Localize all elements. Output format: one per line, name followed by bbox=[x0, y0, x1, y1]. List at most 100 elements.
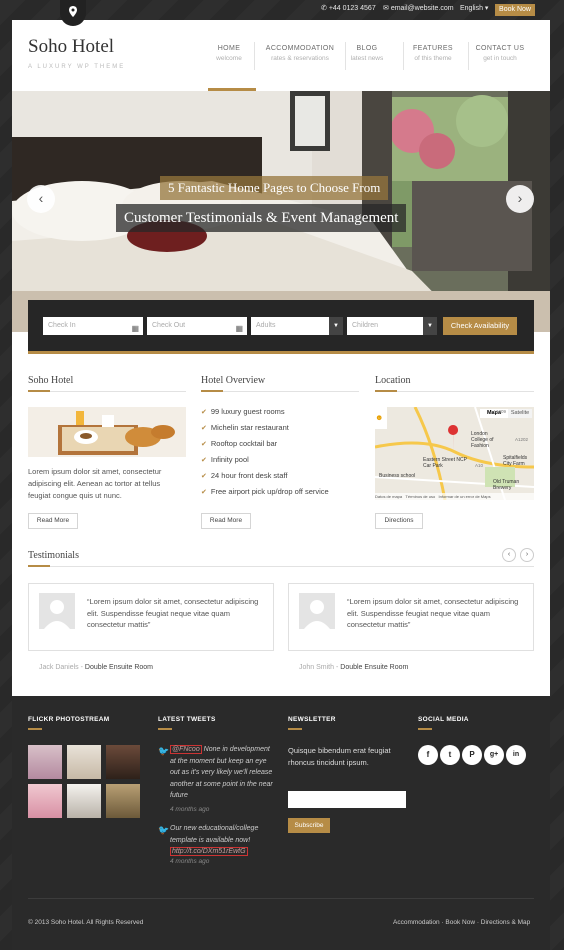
map-label: Old Truman Brewery bbox=[493, 479, 520, 491]
twitter-icon: 🐦 bbox=[158, 746, 170, 756]
overview-item: ✔ Michelin star restaurant bbox=[201, 423, 289, 432]
site-logo[interactable]: Soho Hotel bbox=[28, 36, 114, 58]
section-accent bbox=[28, 390, 50, 392]
book-now-button[interactable]: Book Now bbox=[495, 4, 535, 16]
check-in-input[interactable]: Check In ▦ bbox=[43, 317, 143, 335]
directions-button[interactable]: Directions bbox=[375, 513, 423, 529]
map-pin-icon bbox=[69, 6, 77, 17]
chevron-right-icon: › bbox=[525, 551, 529, 558]
slider-next-button[interactable]: › bbox=[506, 185, 534, 213]
subscribe-button[interactable]: Subscribe bbox=[288, 818, 330, 833]
overview-item: ✔ 99 luxury guest rooms bbox=[201, 407, 285, 416]
section-accent bbox=[201, 390, 223, 392]
newsletter-text: Quisque bibendum erat feugiat rhoncus ti… bbox=[288, 746, 391, 767]
nav-home[interactable]: HOME welcome bbox=[212, 44, 246, 64]
flickr-thumb[interactable] bbox=[106, 745, 140, 779]
location-map[interactable]: ☻ Mapa Satelite London College of Fashio… bbox=[375, 407, 534, 500]
check-availability-button[interactable]: Check Availability bbox=[443, 317, 517, 335]
avatar bbox=[299, 593, 335, 629]
social-title: SOCIAL MEDIA bbox=[418, 716, 469, 723]
flickr-thumb[interactable] bbox=[106, 784, 140, 818]
overview-item: ✔ Rooftop cocktail bar bbox=[201, 439, 278, 448]
slider-prev-button[interactable]: ‹ bbox=[27, 185, 55, 213]
phone-contact[interactable]: ✆ +44 0123 4567 bbox=[321, 4, 376, 12]
testimonial-author: John Smith - Double Ensuite Room bbox=[299, 664, 409, 671]
twitter-icon[interactable]: t bbox=[440, 745, 460, 765]
hero-headline: 5 Fantastic Home Pages to Choose From bbox=[160, 176, 389, 200]
newsletter-email-input[interactable] bbox=[288, 791, 406, 808]
language-select[interactable]: English ▾ bbox=[460, 4, 488, 12]
booking-form: Check In ▦ Check Out ▦ Adults ▼ Children ▼ C… bbox=[28, 300, 534, 354]
check-icon: ✔ bbox=[201, 425, 207, 432]
about-read-more-button[interactable]: Read More bbox=[28, 513, 78, 529]
footer-link-directions[interactable]: Directions & Map bbox=[481, 919, 531, 926]
flickr-thumb[interactable] bbox=[28, 745, 62, 779]
newsletter-title: NEWSLETTER bbox=[288, 716, 336, 723]
flickr-thumb[interactable] bbox=[67, 784, 101, 818]
footer-accent bbox=[28, 728, 42, 730]
booking-accent-bar bbox=[28, 351, 534, 354]
hero-subheadline: Customer Testimonials & Event Management bbox=[116, 204, 407, 232]
location-pin-badge bbox=[60, 0, 86, 26]
location-title: Location bbox=[375, 375, 411, 386]
testimonials-next-button[interactable]: › bbox=[520, 548, 534, 562]
nav-blog[interactable]: BLOG latest news bbox=[350, 44, 384, 64]
check-icon: ✔ bbox=[201, 441, 207, 448]
overview-item: ✔ 24 hour front desk staff bbox=[201, 471, 288, 480]
mail-icon: ✉ bbox=[383, 5, 391, 12]
flickr-thumb[interactable] bbox=[67, 745, 101, 779]
nav-accommodation[interactable]: ACCOMMODATION rates & reservations bbox=[262, 44, 338, 64]
linkedin-icon[interactable]: in bbox=[506, 745, 526, 765]
map-zoom-control[interactable]: ☻ bbox=[375, 407, 387, 429]
about-title: Soho Hotel bbox=[28, 375, 74, 386]
footer-link-book-now[interactable]: Book Now bbox=[445, 919, 475, 926]
check-out-input[interactable]: Check Out ▦ bbox=[147, 317, 247, 335]
testimonials-prev-button[interactable]: ‹ bbox=[502, 548, 516, 562]
user-placeholder-icon bbox=[304, 600, 330, 629]
caret-down-icon: ▾ bbox=[482, 5, 489, 12]
map-label: London College of Fashion bbox=[471, 431, 494, 449]
map-label: Business school bbox=[379, 473, 416, 479]
testimonial-quote: “Lorem ipsum dolor sit amet, consectetur… bbox=[347, 597, 519, 629]
flickr-thumb[interactable] bbox=[28, 784, 62, 818]
copyright: © 2013 Soho Hotel. All Rights Reserved bbox=[28, 919, 144, 926]
nav-divider bbox=[345, 42, 346, 70]
calendar-icon: ▦ bbox=[235, 324, 243, 333]
adults-select[interactable]: Adults ▼ bbox=[251, 317, 343, 335]
children-select[interactable]: Children ▼ bbox=[347, 317, 437, 335]
chevron-right-icon: › bbox=[517, 190, 523, 206]
nav-contact[interactable]: CONTACT US get in touch bbox=[474, 44, 526, 64]
about-text: Lorem ipsum dolor sit amet, consectetur … bbox=[28, 467, 162, 500]
user-placeholder-icon bbox=[44, 600, 70, 629]
email-contact[interactable]: ✉ email@website.com bbox=[383, 4, 454, 12]
tweet: @FNcoo None in development at the moment… bbox=[170, 745, 273, 799]
google-plus-icon[interactable]: g+ bbox=[484, 745, 504, 765]
map-label: Eastern Street NCP Car Park bbox=[423, 457, 467, 469]
check-icon: ✔ bbox=[201, 473, 207, 480]
tweet-time: 4 months ago bbox=[170, 858, 210, 865]
testimonial-quote: “Lorem ipsum dolor sit amet, consectetur… bbox=[87, 597, 259, 629]
pinterest-icon[interactable]: P bbox=[462, 745, 482, 765]
overview-item: ✔ Free airport pick up/drop off service bbox=[201, 487, 329, 496]
footer bbox=[12, 696, 550, 950]
footer-accent bbox=[158, 728, 172, 730]
overview-read-more-button[interactable]: Read More bbox=[201, 513, 251, 529]
nav-features[interactable]: FEATURES of this theme bbox=[408, 44, 458, 64]
section-rule bbox=[28, 566, 534, 567]
facebook-icon[interactable]: f bbox=[418, 745, 438, 765]
footer-accent bbox=[288, 728, 302, 730]
map-footer: Datos de mapa Términos de uso Informar d… bbox=[375, 493, 534, 500]
phone-icon: ✆ bbox=[321, 5, 329, 12]
footer-divider bbox=[28, 898, 534, 899]
footer-link-accommodation[interactable]: Accommodation bbox=[393, 919, 440, 926]
road-label: A1209 bbox=[493, 409, 507, 414]
twitter-icon: 🐦 bbox=[158, 825, 170, 835]
check-icon: ✔ bbox=[201, 489, 207, 496]
map-type-satellite[interactable]: Satelite bbox=[508, 409, 532, 418]
testimonials-title: Testimonials bbox=[28, 550, 79, 561]
footer-links: Accommodation · Book Now · Directions & … bbox=[393, 919, 531, 926]
map-label: Spitalfields City Farm bbox=[503, 455, 528, 467]
flickr-title: FLICKR PHOTOSTREAM bbox=[28, 716, 110, 723]
site-tagline: A LUXURY WP THEME bbox=[28, 64, 126, 70]
section-rule bbox=[28, 391, 186, 392]
